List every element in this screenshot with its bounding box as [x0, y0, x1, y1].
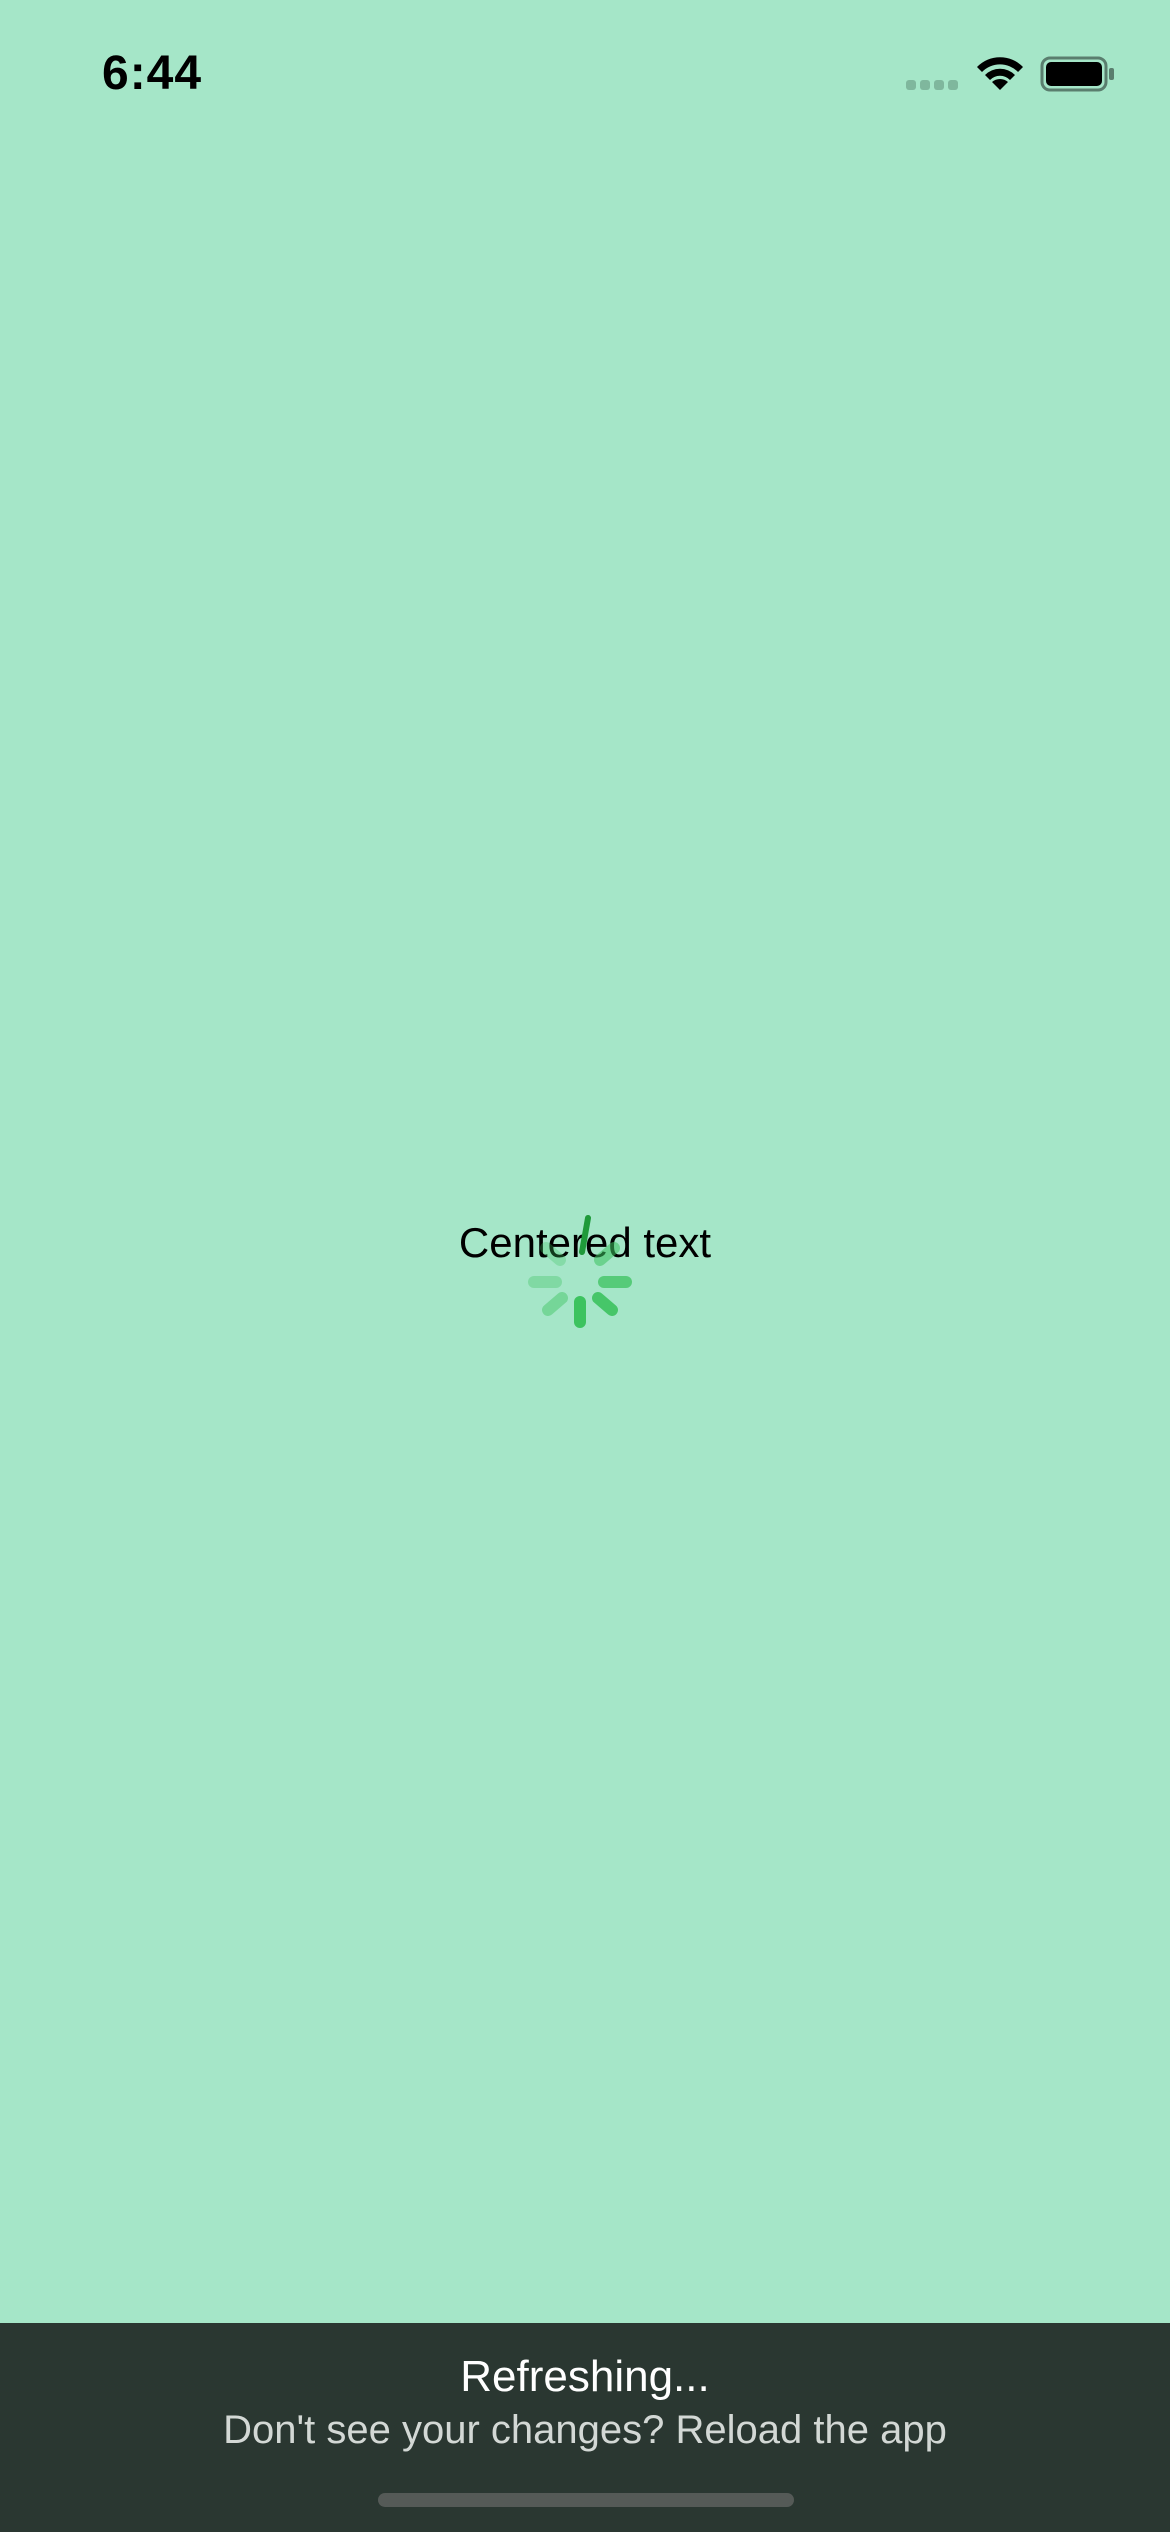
home-indicator[interactable]	[378, 2493, 794, 2507]
cellular-signal-icon	[906, 80, 960, 92]
battery-icon	[1040, 56, 1114, 92]
refresh-title: Refreshing...	[460, 2352, 710, 2401]
refresh-banner[interactable]: Refreshing... Don't see your changes? Re…	[0, 2323, 1170, 2532]
loading-spinner-icon	[528, 1215, 632, 1328]
refresh-subtitle: Don't see your changes? Reload the app	[223, 2408, 947, 2452]
status-bar: 6:44	[0, 0, 1170, 150]
status-time: 6:44	[102, 47, 203, 100]
wifi-icon	[977, 57, 1023, 90]
